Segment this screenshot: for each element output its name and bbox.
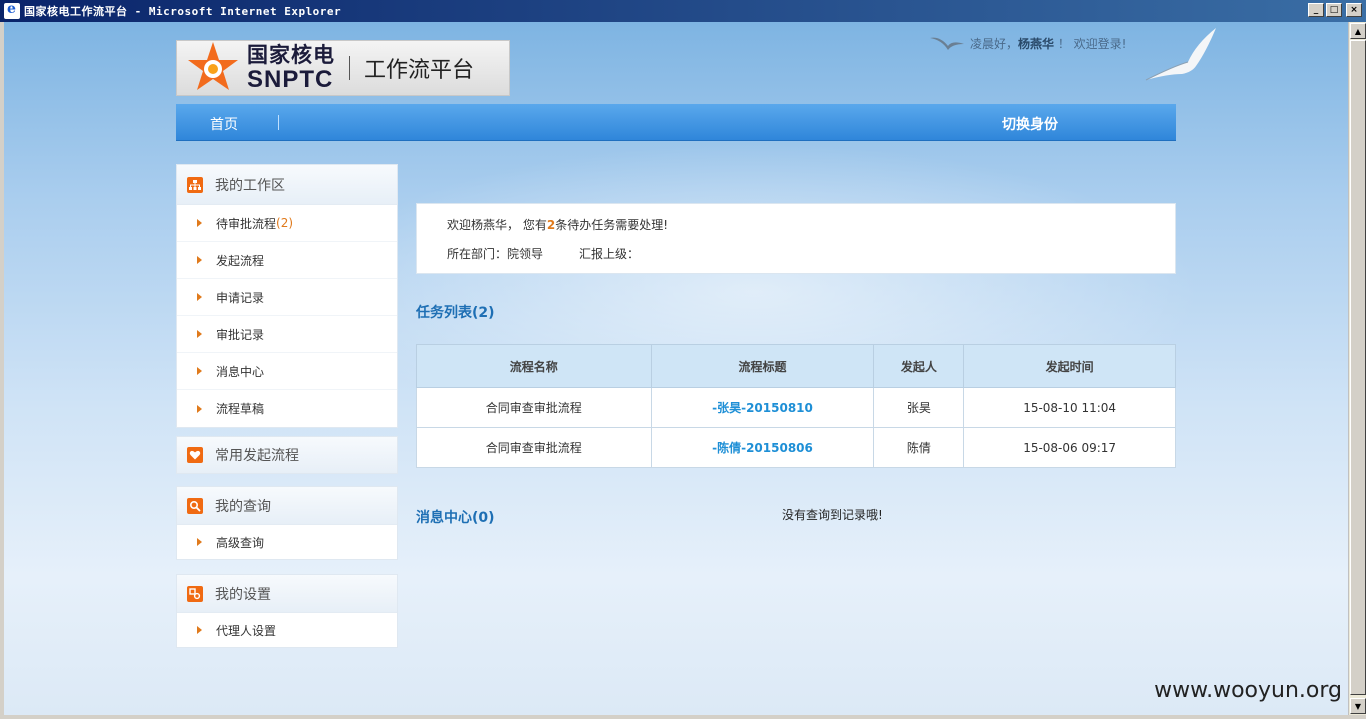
sidebar-item-approval-records[interactable]: 审批记录 [177, 316, 397, 353]
close-button[interactable]: × [1346, 3, 1362, 17]
department-label: 所在部门：院领导 [447, 247, 544, 261]
common-process-header[interactable]: 常用发起流程 [177, 437, 397, 473]
sidebar-item-proxy-settings[interactable]: 代理人设置 [177, 613, 397, 647]
process-title-link[interactable]: -陈倩-20150806 [650, 427, 875, 468]
message-center-title: 消息中心(0) [416, 510, 495, 526]
logo-divider [349, 56, 350, 80]
maximize-button[interactable]: □ [1326, 3, 1342, 17]
column-header: 发起时间 [963, 344, 1176, 388]
user-greeting: 凌晨好，杨燕华 ！ 欢迎登录! [970, 35, 1126, 52]
process-name-cell: 合同审查审批流程 [416, 427, 652, 468]
table-row: 合同审查审批流程 -陈倩-20150806 陈倩 15-08-06 09:17 [416, 427, 1176, 468]
workspace-title: 我的工作区 [215, 177, 285, 194]
heart-icon [187, 447, 203, 463]
task-table: 流程名称 流程标题 发起人 发起时间 合同审查审批流程 -张昊-20150810… [416, 344, 1176, 468]
sidebar-item-advanced-query[interactable]: 高级查询 [177, 525, 397, 559]
table-header-row: 流程名称 流程标题 发起人 发起时间 [416, 344, 1176, 388]
arrow-right-icon [197, 626, 202, 634]
arrow-right-icon [197, 293, 202, 301]
greeting-username: 杨燕华 [1018, 37, 1055, 51]
sidebar-item-label: 高级查询 [216, 535, 265, 550]
window-title: 国家核电工作流平台 - Microsoft Internet Explorer [24, 5, 342, 18]
sidebar-item-label: 发起流程 [216, 253, 265, 268]
settings-panel: 我的设置 代理人设置 [176, 574, 398, 648]
user-info: 所在部门：院领导 汇报上级： [447, 245, 639, 262]
initiator-cell: 张昊 [873, 387, 965, 428]
process-name-cell: 合同审查审批流程 [416, 387, 652, 428]
sidebar-item-start-process[interactable]: 发起流程 [177, 242, 397, 279]
arrow-right-icon [197, 404, 202, 413]
sidebar-item-label: 代理人设置 [216, 623, 277, 638]
welcome-prefix: 欢迎杨燕华， 您有 [447, 218, 547, 232]
welcome-message: 欢迎杨燕华， 您有2条待办任务需要处理! [447, 216, 668, 233]
arrow-right-icon [197, 256, 202, 264]
start-time-cell: 15-08-10 11:04 [963, 387, 1176, 428]
snptc-star-icon [185, 40, 241, 96]
settings-title: 我的设置 [215, 586, 271, 603]
arrow-right-icon [197, 538, 202, 546]
column-header: 发起人 [873, 344, 965, 388]
table-row: 合同审查审批流程 -张昊-20150810 张昊 15-08-10 11:04 [416, 387, 1176, 428]
magnifier-icon [187, 497, 203, 514]
window-titlebar: 国家核电工作流平台 - Microsoft Internet Explorer … [0, 0, 1366, 22]
sidebar-item-label: 消息中心 [216, 364, 265, 379]
arrow-right-icon [197, 330, 202, 338]
sidebar-item-label: 流程草稿 [216, 402, 265, 416]
start-time-cell: 15-08-06 09:17 [963, 427, 1176, 468]
empty-message-text: 没有查询到记录哦! [782, 508, 883, 522]
greeting-prefix: 凌晨好， [970, 37, 1019, 51]
platform-name: 工作流平台 [364, 58, 475, 83]
process-title-link[interactable]: -张昊-20150810 [650, 387, 875, 428]
initiator-cell: 陈倩 [873, 427, 965, 468]
supervisor-label: 汇报上级： [579, 247, 640, 261]
todo-count: 2 [546, 218, 556, 232]
switch-identity-link[interactable]: 切换身份 [1002, 114, 1058, 134]
pending-count-badge: (2) [276, 216, 294, 230]
column-header: 流程名称 [416, 344, 652, 388]
settings-icon [187, 585, 203, 602]
sidebar-item-label: 审批记录 [216, 327, 265, 342]
logo-cn: 国家核电 [247, 42, 335, 67]
query-panel: 我的查询 高级查询 [176, 486, 398, 560]
welcome-box: 欢迎杨燕华， 您有2条待办任务需要处理! 所在部门：院领导 汇报上级： [416, 203, 1176, 274]
main-navbar: 首页 切换身份 [176, 104, 1176, 141]
arrow-right-icon [197, 367, 202, 375]
brand-text: 国家核电 SNPTC [247, 42, 335, 93]
window-controls: _ □ × [1308, 3, 1362, 17]
watermark: www.wooyun.org [1154, 678, 1342, 703]
seagull-left-icon [930, 34, 966, 57]
scrollbar-thumb[interactable] [1350, 40, 1366, 695]
sidebar-item-message-center[interactable]: 消息中心 [177, 353, 397, 390]
logo-en: SNPTC [247, 65, 334, 93]
nav-home-link[interactable]: 首页 [210, 114, 238, 134]
query-title: 我的查询 [215, 498, 271, 515]
vertical-scrollbar[interactable]: ▲ ▼ [1348, 22, 1366, 715]
sidebar-item-pending-approval[interactable]: 待审批流程 (2) [177, 205, 397, 242]
settings-header[interactable]: 我的设置 [177, 575, 397, 613]
query-header[interactable]: 我的查询 [177, 487, 397, 525]
task-list-title: 任务列表(2) [416, 305, 495, 321]
sitemap-icon [187, 176, 203, 193]
sidebar-item-application-records[interactable]: 申请记录 [177, 279, 397, 316]
nav-divider [278, 115, 279, 130]
minimize-button[interactable]: _ [1308, 3, 1324, 17]
sidebar-item-label: 待审批流程 [216, 216, 277, 231]
arrow-right-icon [197, 219, 202, 227]
common-process-panel: 常用发起流程 [176, 436, 398, 474]
seagull-right-icon [1144, 28, 1220, 87]
scroll-up-icon[interactable]: ▲ [1350, 23, 1366, 39]
welcome-suffix: 条待办任务需要处理! [555, 218, 668, 232]
sidebar-item-drafts[interactable]: 流程草稿 [177, 390, 397, 427]
sidebar-item-label: 申请记录 [216, 290, 265, 305]
workspace-panel: 我的工作区 待审批流程 (2) 发起流程 申请记录 审批记录 消息中心 流程草稿 [176, 164, 398, 428]
scroll-down-icon[interactable]: ▼ [1350, 698, 1366, 714]
page-viewport: 国家核电 SNPTC 工作流平台 凌晨好，杨燕华 ！ 欢迎登录! 首页 切换身份… [4, 22, 1348, 715]
greeting-suffix: ！ 欢迎登录! [1054, 37, 1127, 51]
ie-icon [4, 1, 20, 19]
common-process-title: 常用发起流程 [215, 448, 299, 464]
site-logo[interactable]: 国家核电 SNPTC 工作流平台 [176, 40, 510, 96]
column-header: 流程标题 [650, 344, 875, 388]
workspace-header[interactable]: 我的工作区 [177, 165, 397, 205]
